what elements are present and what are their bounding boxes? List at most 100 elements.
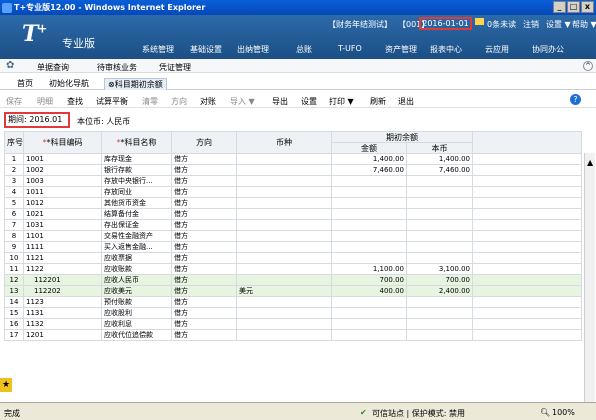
cell-cur[interactable] [236, 307, 332, 319]
cell-code[interactable]: 1031 [23, 219, 102, 231]
cell-cur[interactable] [236, 186, 332, 198]
vertical-scrollbar[interactable]: ▲ [584, 153, 595, 403]
table-row[interactable]: 15 1131 应收股利 借方 [4, 307, 582, 319]
export-button[interactable]: 导出 [272, 96, 288, 107]
table-row[interactable]: 12 112201 应收人民币 借方 700.00 700.00 [4, 274, 582, 286]
unread-messages[interactable]: 0条未读 [487, 19, 516, 30]
nav-basic[interactable]: 基础设置 [190, 44, 222, 55]
tab-home[interactable]: 首页 [14, 78, 36, 90]
cell-code[interactable]: 1101 [23, 230, 102, 242]
subnav-pending[interactable]: 待审核业务 [97, 62, 137, 73]
cell-dir[interactable]: 借方 [171, 175, 237, 187]
cell-dir[interactable]: 借方 [171, 241, 237, 253]
cell-dir[interactable]: 借方 [171, 219, 237, 231]
cell-n[interactable]: 14 [4, 296, 24, 308]
cell-amount[interactable] [331, 329, 407, 341]
cell-dir[interactable]: 借方 [171, 318, 237, 330]
cell-code[interactable]: 1111 [23, 241, 102, 253]
nav-collab[interactable]: 协同办公 [532, 44, 564, 55]
cell-amount[interactable] [331, 175, 407, 187]
cell-cur[interactable] [236, 241, 332, 253]
print-button[interactable]: 打印 ▼ [329, 96, 354, 107]
cell-n[interactable]: 6 [4, 208, 24, 220]
cell-cur[interactable] [236, 263, 332, 275]
scroll-up-icon[interactable]: ▲ [587, 158, 593, 167]
trial-balance-button[interactable]: 试算平衡 [96, 96, 128, 107]
cell-cur[interactable] [236, 230, 332, 242]
cell-base[interactable] [406, 252, 473, 264]
cell-cur[interactable]: 美元 [236, 285, 332, 297]
tab-opening-balance[interactable]: ⊗科目期初余额 [104, 78, 167, 90]
cell-base[interactable] [406, 307, 473, 319]
reconcile-button[interactable]: 对账 [200, 96, 216, 107]
cell-name[interactable]: 结算备付金 [101, 208, 172, 220]
cell-amount[interactable] [331, 230, 407, 242]
cell-n[interactable]: 2 [4, 164, 24, 176]
cell-name[interactable]: 买入返售金融... [101, 241, 172, 253]
cell-base[interactable] [406, 186, 473, 198]
cell-dir[interactable]: 借方 [171, 263, 237, 275]
close-tab-icon[interactable]: ⊗ [108, 80, 115, 89]
cell-code[interactable]: 1123 [23, 296, 102, 308]
table-row[interactable]: 17 1201 应收代位追偿款 借方 [4, 329, 582, 341]
cell-dir[interactable]: 借方 [171, 208, 237, 220]
close-button[interactable]: x [581, 1, 594, 13]
cell-n[interactable]: 15 [4, 307, 24, 319]
cell-name[interactable]: 交易性金融资产 [101, 230, 172, 242]
cell-n[interactable]: 3 [4, 175, 24, 187]
cell-name[interactable]: 应收利息 [101, 318, 172, 330]
save-button[interactable]: 保存 [6, 96, 22, 107]
cell-base[interactable] [406, 329, 473, 341]
table-row[interactable]: 6 1021 结算备付金 借方 [4, 208, 582, 220]
cell-dir[interactable]: 借方 [171, 329, 237, 341]
cell-amount[interactable] [331, 197, 407, 209]
cell-n[interactable]: 13 [4, 285, 24, 297]
cell-name[interactable]: 预付账款 [101, 296, 172, 308]
help-menu[interactable]: 帮助 ▼ [572, 19, 596, 30]
cell-amount[interactable]: 400.00 [331, 285, 407, 297]
cell-amount[interactable]: 1,400.00 [331, 153, 407, 165]
cell-cur[interactable] [236, 252, 332, 264]
cell-base[interactable]: 2,400.00 [406, 285, 473, 297]
cell-code[interactable]: 1201 [23, 329, 102, 341]
cell-code[interactable]: 1012 [23, 197, 102, 209]
cell-base[interactable]: 700.00 [406, 274, 473, 286]
cell-dir[interactable]: 借方 [171, 252, 237, 264]
cell-dir[interactable]: 借方 [171, 274, 237, 286]
cell-base[interactable]: 3,100.00 [406, 263, 473, 275]
cell-name[interactable]: 库存现金 [101, 153, 172, 165]
logout-link[interactable]: 注销 [523, 19, 539, 30]
cell-base[interactable] [406, 241, 473, 253]
cell-cur[interactable] [236, 274, 332, 286]
cell-dir[interactable]: 借方 [171, 296, 237, 308]
table-row[interactable]: 11 1122 应收账款 借方 1,100.00 3,100.00 [4, 263, 582, 275]
cell-amount[interactable] [331, 252, 407, 264]
cell-cur[interactable] [236, 175, 332, 187]
cell-n[interactable]: 12 [4, 274, 24, 286]
collapse-icon[interactable]: ^ [583, 61, 593, 71]
tab-init-guide[interactable]: 初始化导航 [46, 78, 92, 90]
cell-dir[interactable]: 借方 [171, 230, 237, 242]
cell-code[interactable]: 112202 [23, 285, 102, 297]
cell-name[interactable]: 应收票据 [101, 252, 172, 264]
cell-cur[interactable] [236, 208, 332, 220]
table-row[interactable]: 13 112202 应收美元 借方 美元 400.00 2,400.00 [4, 285, 582, 297]
cell-cur[interactable] [236, 153, 332, 165]
nav-cashier[interactable]: 出纳管理 [237, 44, 269, 55]
table-row[interactable]: 3 1003 存放中央银行... 借方 [4, 175, 582, 187]
favorite-star-icon[interactable]: ★ [0, 378, 12, 392]
cell-n[interactable]: 8 [4, 230, 24, 242]
cell-name[interactable]: 应收股利 [101, 307, 172, 319]
cell-name[interactable]: 应收人民币 [101, 274, 172, 286]
nav-assets[interactable]: 资产管理 [385, 44, 417, 55]
cell-name[interactable]: 存放中央银行... [101, 175, 172, 187]
cell-cur[interactable] [236, 329, 332, 341]
cell-amount[interactable]: 700.00 [331, 274, 407, 286]
table-row[interactable]: 2 1002 银行存款 借方 7,460.00 7,460.00 [4, 164, 582, 176]
cell-amount[interactable]: 7,460.00 [331, 164, 407, 176]
subnav-voucher[interactable]: 凭证管理 [159, 62, 191, 73]
subnav-doc-query[interactable]: 单据查询 [37, 62, 69, 73]
cell-name[interactable]: 其他货币资金 [101, 197, 172, 209]
table-row[interactable]: 10 1121 应收票据 借方 [4, 252, 582, 264]
import-button[interactable]: 导入 ▼ [230, 96, 255, 107]
